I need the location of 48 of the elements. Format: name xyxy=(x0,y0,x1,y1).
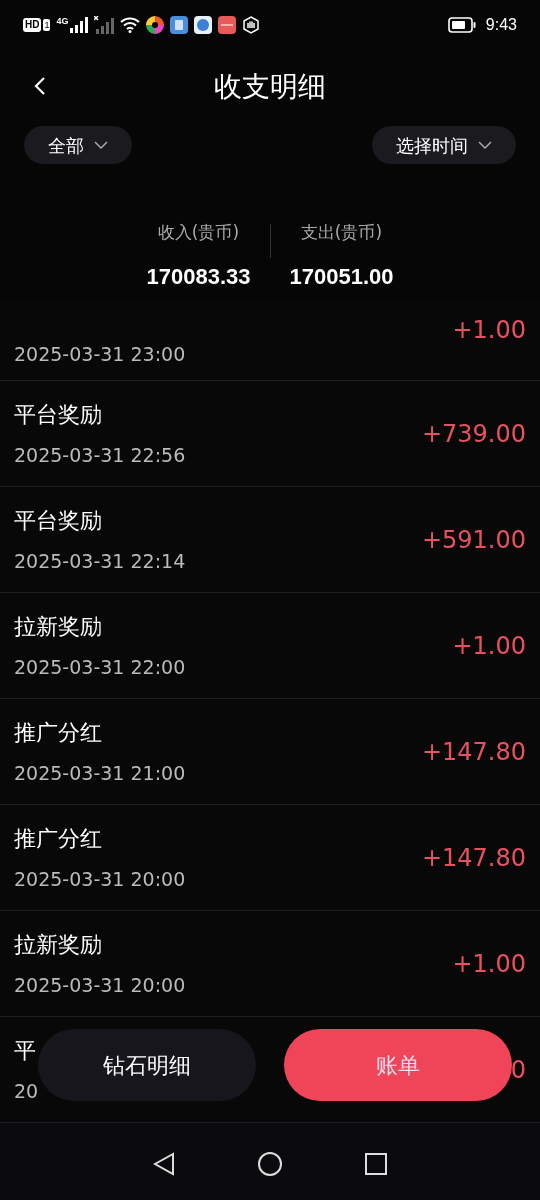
record-date: 2025-03-31 23:00 xyxy=(14,342,186,366)
record-title: 拉新奖励 xyxy=(14,930,103,959)
wifi-icon xyxy=(120,17,141,33)
browser-icon xyxy=(194,16,213,34)
battery-icon xyxy=(447,17,476,33)
no-signal-icon xyxy=(94,16,115,34)
signal-icon xyxy=(70,17,89,33)
record-title: 平台奖励 xyxy=(14,506,103,535)
record-amount: +1.00 xyxy=(452,948,526,980)
page-title: 收支明细 xyxy=(214,68,326,105)
record-title: 拉新奖励 xyxy=(14,612,103,641)
record-amount: +739.00 xyxy=(421,418,526,450)
record-date: 2025-03-31 21:00 xyxy=(14,760,186,785)
record-date: 2025-03-31 22:56 xyxy=(14,442,186,467)
app-icon xyxy=(146,16,165,34)
record-date: 2025-03-31 22:14 xyxy=(14,548,186,573)
filter-dropdown[interactable]: 选择时间 xyxy=(372,126,516,164)
sim-indicator: 1 xyxy=(43,19,51,31)
clock-time: 9:43 xyxy=(485,15,517,35)
record-title: 推广分红 xyxy=(14,718,103,747)
summary-value: 170051.00 xyxy=(289,262,394,291)
filter-dropdown[interactable]: 全部 xyxy=(24,126,132,164)
summary-label: 收入(贵币) xyxy=(157,221,240,244)
record-amount: 0 xyxy=(510,1054,526,1086)
record-title: 平台奖励 xyxy=(14,400,103,429)
network-label: 4G xyxy=(56,15,69,28)
diamond-detail-button[interactable]: 钻石明细 xyxy=(38,1029,256,1101)
record-amount: +1.00 xyxy=(452,630,526,662)
summary-value: 170083.33 xyxy=(146,262,251,291)
record-title: 推广分红 xyxy=(14,824,103,853)
app-icon xyxy=(170,16,189,34)
recents-nav-icon[interactable] xyxy=(365,1153,387,1175)
record-date: 20 xyxy=(14,1078,39,1103)
record-date: 2025-03-31 22:00 xyxy=(14,654,186,679)
record-amount: +591.00 xyxy=(421,524,526,556)
hd-indicator: HD xyxy=(23,18,42,32)
record-amount: +147.80 xyxy=(421,736,526,768)
record-amount: +1.00 xyxy=(452,315,526,346)
home-nav-icon[interactable] xyxy=(257,1151,283,1177)
record-amount: +147.80 xyxy=(421,842,526,874)
chevron-down-icon xyxy=(478,141,492,149)
summary-label: 支出(贵币) xyxy=(300,221,383,244)
back-nav-icon[interactable] xyxy=(153,1152,175,1176)
chevron-down-icon xyxy=(94,141,108,149)
app-icon xyxy=(218,16,237,34)
record-date: 2025-03-31 20:00 xyxy=(14,866,186,891)
record-title: 平 xyxy=(14,1036,37,1065)
record-date: 2025-03-31 20:00 xyxy=(14,972,186,997)
